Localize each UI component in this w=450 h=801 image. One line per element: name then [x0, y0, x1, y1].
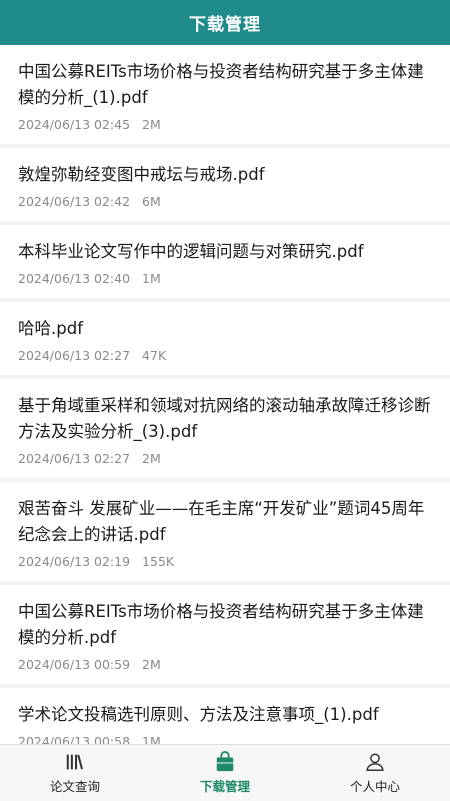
file-name: 中国公募REITs市场价格与投资者结构研究基于多主体建模的分析_(1).pdf [18, 62, 424, 107]
page-title: 下载管理 [189, 15, 261, 35]
list-item[interactable]: 本科毕业论文写作中的逻辑问题与对策研究.pdf 2024/06/13 02:40… [0, 225, 450, 298]
file-date: 2024/06/13 02:19 [18, 554, 131, 569]
file-date: 2024/06/13 02:40 [18, 271, 131, 286]
file-date: 2024/06/13 02:45 [18, 117, 131, 132]
file-meta: 2024/06/13 02:40 1M [18, 271, 434, 286]
file-meta: 2024/06/13 02:42 6M [18, 194, 434, 209]
download-bag-icon [216, 751, 234, 772]
tab-label: 论文查询 [49, 779, 100, 794]
app-header: 下载管理 [0, 0, 450, 45]
file-date: 2024/06/13 02:42 [18, 194, 131, 209]
file-size: 2M [142, 117, 161, 132]
list-item[interactable]: 学术论文投稿选刊原则、方法及注意事项_(1).pdf 2024/06/13 00… [0, 688, 450, 744]
file-name: 敦煌弥勒经变图中戒坛与戒场.pdf [18, 165, 265, 184]
file-size: 2M [142, 657, 161, 672]
tab-personal-center[interactable]: 个人中心 [300, 745, 450, 801]
file-date: 2024/06/13 02:27 [18, 451, 131, 466]
file-size: 155K [142, 554, 175, 569]
tab-label: 下载管理 [199, 779, 250, 794]
list-item[interactable]: 中国公募REITs市场价格与投资者结构研究基于多主体建模的分析_(1).pdf … [0, 45, 450, 144]
person-icon [366, 753, 384, 771]
download-list[interactable]: 中国公募REITs市场价格与投资者结构研究基于多主体建模的分析_(1).pdf … [0, 45, 450, 744]
file-date: 2024/06/13 00:58 [18, 734, 131, 744]
tab-label: 个人中心 [349, 779, 400, 794]
file-size: 2M [142, 451, 161, 466]
file-date: 2024/06/13 00:59 [18, 657, 131, 672]
file-meta: 2024/06/13 02:19 155K [18, 554, 434, 569]
list-item[interactable]: 中国公募REITs市场价格与投资者结构研究基于多主体建模的分析.pdf 2024… [0, 585, 450, 684]
file-name: 哈哈.pdf [18, 319, 84, 338]
file-meta: 2024/06/13 00:58 1M [18, 734, 434, 744]
tab-paper-search[interactable]: 论文查询 [0, 745, 150, 801]
file-name: 艰苦奋斗 发展矿业——在毛主席“开发矿业”题词45周年纪念会上的讲话.pdf [18, 499, 425, 544]
file-size: 6M [142, 194, 161, 209]
list-item[interactable]: 艰苦奋斗 发展矿业——在毛主席“开发矿业”题词45周年纪念会上的讲话.pdf 2… [0, 482, 450, 581]
tab-download-manager[interactable]: 下载管理 [150, 745, 300, 801]
file-date: 2024/06/13 02:27 [18, 348, 131, 363]
file-meta: 2024/06/13 02:45 2M [18, 117, 434, 132]
file-size: 1M [142, 271, 161, 286]
file-meta: 2024/06/13 02:27 47K [18, 348, 434, 363]
list-item[interactable]: 敦煌弥勒经变图中戒坛与戒场.pdf 2024/06/13 02:42 6M [0, 148, 450, 221]
file-meta: 2024/06/13 00:59 2M [18, 657, 434, 672]
books-icon [66, 754, 84, 770]
bottom-tab-bar: 论文查询 下载管理 个人中心 [0, 744, 450, 801]
file-name: 学术论文投稿选刊原则、方法及注意事项_(1).pdf [18, 705, 379, 724]
file-size: 1M [142, 734, 161, 744]
file-size: 47K [142, 348, 167, 363]
file-name: 中国公募REITs市场价格与投资者结构研究基于多主体建模的分析.pdf [18, 602, 424, 647]
list-item[interactable]: 哈哈.pdf 2024/06/13 02:27 47K [0, 302, 450, 375]
list-item[interactable]: 基于角域重采样和领域对抗网络的滚动轴承故障迁移诊断方法及实验分析_(3).pdf… [0, 379, 450, 478]
file-meta: 2024/06/13 02:27 2M [18, 451, 434, 466]
file-name: 基于角域重采样和领域对抗网络的滚动轴承故障迁移诊断方法及实验分析_(3).pdf [18, 396, 431, 441]
file-name: 本科毕业论文写作中的逻辑问题与对策研究.pdf [18, 242, 364, 261]
